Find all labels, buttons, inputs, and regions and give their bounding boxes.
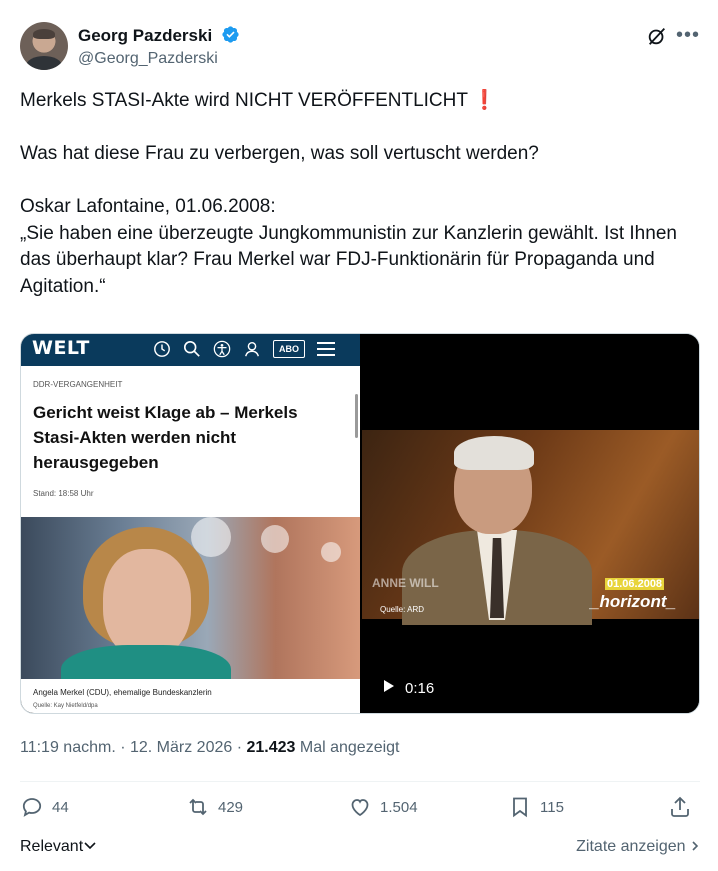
tweet-header: Georg Pazderski @Georg_Pazderski ••• <box>20 20 700 72</box>
verified-badge-icon <box>222 26 239 43</box>
bokeh-light <box>261 525 289 553</box>
chevron-right-icon <box>692 841 699 851</box>
tweet-date[interactable]: 12. März 2026 <box>130 739 232 756</box>
repost-button[interactable]: 429 <box>186 795 243 819</box>
user-icon <box>245 341 259 357</box>
merkel-photo <box>21 517 360 679</box>
avatar-shirt <box>26 56 62 70</box>
tweet-body: Was hat diese Frau zu verbergen, was sol… <box>20 143 677 297</box>
clock-icon <box>154 341 170 357</box>
view-count: 21.423 <box>246 739 296 756</box>
speaker-hair <box>454 436 534 470</box>
share-icon <box>671 796 689 817</box>
video-duration: 0:16 <box>405 680 435 697</box>
tweet-time[interactable]: 11:19 nachm. <box>20 739 116 756</box>
author-name[interactable]: Georg Pazderski <box>78 25 240 46</box>
video-frame: ANNE WILL Quelle: ARD 01.06.2008 _horizo… <box>362 430 699 625</box>
welt-screenshot[interactable]: WELT ABO DDR-VERGANGENHEIT Gericht weist… <box>21 334 360 713</box>
welt-topbar: WELT ABO <box>21 334 360 366</box>
grok-icon[interactable] <box>646 25 668 47</box>
media-grid: WELT ABO DDR-VERGANGENHEIT Gericht weist… <box>20 333 700 714</box>
reply-icon <box>22 798 42 817</box>
bookmark-button[interactable]: 115 <box>508 795 564 819</box>
sort-label: Relevant <box>20 838 84 855</box>
welt-logo: WELT <box>32 337 90 359</box>
reply-button[interactable]: 44 <box>20 795 69 819</box>
play-icon[interactable] <box>384 680 394 692</box>
reply-count: 44 <box>52 798 69 816</box>
welt-abo-button: ABO <box>273 340 305 358</box>
welt-headline: Gericht weist Klage ab – Merkels Stasi-A… <box>33 403 298 472</box>
merkel-jacket <box>61 645 231 679</box>
photo-credit: Quelle: Kay Nietfeld/dpa <box>33 703 98 709</box>
repost-count: 429 <box>218 798 244 816</box>
search-icon <box>183 340 200 357</box>
chevron-down-icon <box>84 842 96 850</box>
heart-icon <box>351 799 369 817</box>
author-handle[interactable]: @Georg_Pazderski <box>78 50 218 68</box>
welt-toolbar: ABO <box>153 340 335 358</box>
welt-scrollbar <box>355 394 358 438</box>
more-icon[interactable]: ••• <box>676 24 700 47</box>
share-button[interactable] <box>668 795 692 819</box>
accessibility-icon <box>213 340 231 358</box>
view-label: Mal angezeigt <box>299 739 400 756</box>
bookmark-icon <box>513 797 527 818</box>
channel-watermark: _horizont_ <box>590 592 676 611</box>
action-bar: 44 429 1.504 115 <box>20 795 700 827</box>
view-quotes-link[interactable]: Zitate anzeigen <box>576 838 700 856</box>
repost-icon <box>189 798 207 816</box>
welt-kicker: DDR-VERGANGENHEIT <box>33 380 123 389</box>
merkel-face <box>103 549 191 659</box>
tweet-text: Merkels STASI-Akte wird NICHT VERÖFFENTL… <box>20 88 700 300</box>
video-date-tag: 01.06.2008 <box>605 578 665 590</box>
exclamation-emoji-icon: ❗ <box>472 90 497 111</box>
video-player[interactable]: ANNE WILL Quelle: ARD 01.06.2008 _horizo… <box>362 334 699 713</box>
show-logo: ANNE WILL <box>372 576 439 590</box>
like-count: 1.504 <box>380 798 418 816</box>
video-source: Quelle: ARD <box>380 605 425 614</box>
like-button[interactable]: 1.504 <box>348 795 418 819</box>
divider <box>20 781 700 782</box>
quotes-label: Zitate anzeigen <box>576 838 686 855</box>
menu-icon <box>317 342 335 356</box>
welt-timestamp: Stand: 18:58 Uhr <box>33 489 94 498</box>
sort-dropdown[interactable]: Relevant <box>20 838 97 856</box>
tweet-line1: Merkels STASI-Akte wird NICHT VERÖFFENTL… <box>20 90 468 111</box>
photo-caption: Angela Merkel (CDU), ehemalige Bundeskan… <box>33 688 212 697</box>
avatar[interactable] <box>20 22 68 70</box>
bookmark-count: 115 <box>540 798 564 816</box>
author-name-text[interactable]: Georg Pazderski <box>78 26 212 45</box>
bokeh-light <box>321 542 341 562</box>
tweet-meta: 11:19 nachm. · 12. März 2026 · 21.423 Ma… <box>20 739 400 756</box>
avatar-hair <box>33 29 55 39</box>
